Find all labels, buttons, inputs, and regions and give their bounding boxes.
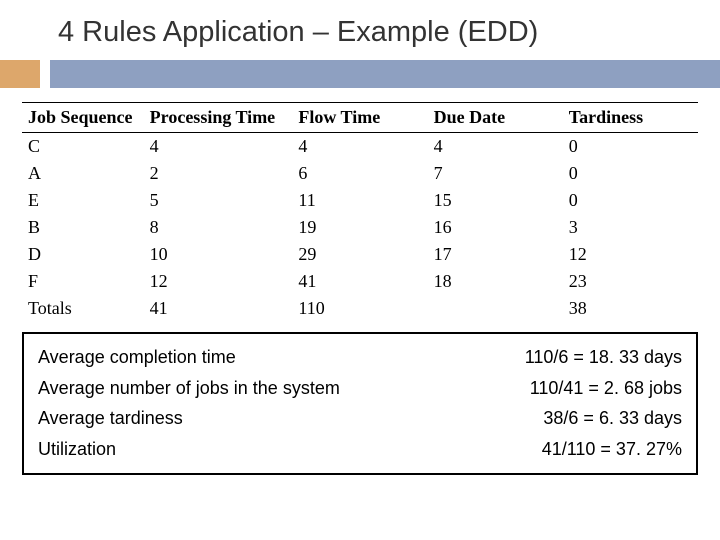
cell-proc: 2 <box>144 160 293 187</box>
col-due-date: Due Date <box>428 103 563 133</box>
summary-value: 110/6 = 18. 33 days <box>517 342 682 373</box>
title-area: 4 Rules Application – Example (EDD) <box>0 0 720 60</box>
cell-due: 15 <box>428 187 563 214</box>
cell-job: C <box>22 133 144 161</box>
table-header-row: Job Sequence Processing Time Flow Time D… <box>22 103 698 133</box>
summary-label: Average number of jobs in the system <box>38 373 522 404</box>
cell-flow: 29 <box>292 241 427 268</box>
cell-proc: 4 <box>144 133 293 161</box>
cell-proc: 5 <box>144 187 293 214</box>
cell-tardy: 3 <box>563 214 698 241</box>
summary-value: 110/41 = 2. 68 jobs <box>522 373 682 404</box>
cell-due: 16 <box>428 214 563 241</box>
cell-due: 4 <box>428 133 563 161</box>
summary-label: Average completion time <box>38 342 517 373</box>
cell-tardy: 23 <box>563 268 698 295</box>
cell-due: 17 <box>428 241 563 268</box>
totals-flow: 110 <box>292 295 427 322</box>
cell-tardy: 0 <box>563 133 698 161</box>
cell-due: 18 <box>428 268 563 295</box>
table-row: E 5 11 15 0 <box>22 187 698 214</box>
totals-row: Totals 41 110 38 <box>22 295 698 322</box>
totals-proc: 41 <box>144 295 293 322</box>
cell-flow: 6 <box>292 160 427 187</box>
schedule-table-wrap: Job Sequence Processing Time Flow Time D… <box>0 88 720 322</box>
cell-proc: 12 <box>144 268 293 295</box>
cell-tardy: 0 <box>563 187 698 214</box>
cell-proc: 10 <box>144 241 293 268</box>
summary-row: Average number of jobs in the system 110… <box>38 373 682 404</box>
cell-job: F <box>22 268 144 295</box>
summary-row: Average tardiness 38/6 = 6. 33 days <box>38 403 682 434</box>
cell-flow: 4 <box>292 133 427 161</box>
totals-due <box>428 295 563 322</box>
summary-row: Utilization 41/110 = 37. 27% <box>38 434 682 465</box>
summary-box: Average completion time 110/6 = 18. 33 d… <box>22 332 698 474</box>
col-processing-time: Processing Time <box>144 103 293 133</box>
cell-job: E <box>22 187 144 214</box>
cell-due: 7 <box>428 160 563 187</box>
cell-flow: 11 <box>292 187 427 214</box>
page-title: 4 Rules Application – Example (EDD) <box>58 14 720 50</box>
totals-tardy: 38 <box>563 295 698 322</box>
accent-block <box>0 60 40 88</box>
cell-job: B <box>22 214 144 241</box>
table-row: D 10 29 17 12 <box>22 241 698 268</box>
cell-flow: 19 <box>292 214 427 241</box>
summary-label: Utilization <box>38 434 534 465</box>
cell-proc: 8 <box>144 214 293 241</box>
col-flow-time: Flow Time <box>292 103 427 133</box>
totals-label: Totals <box>22 295 144 322</box>
cell-job: A <box>22 160 144 187</box>
cell-flow: 41 <box>292 268 427 295</box>
table-row: B 8 19 16 3 <box>22 214 698 241</box>
table-row: A 2 6 7 0 <box>22 160 698 187</box>
accent-bar <box>50 60 720 88</box>
schedule-table: Job Sequence Processing Time Flow Time D… <box>22 102 698 322</box>
cell-tardy: 0 <box>563 160 698 187</box>
summary-label: Average tardiness <box>38 403 535 434</box>
col-job-sequence: Job Sequence <box>22 103 144 133</box>
col-tardiness: Tardiness <box>563 103 698 133</box>
summary-value: 38/6 = 6. 33 days <box>535 403 682 434</box>
table-row: C 4 4 4 0 <box>22 133 698 161</box>
summary-row: Average completion time 110/6 = 18. 33 d… <box>38 342 682 373</box>
accent-row <box>0 60 720 88</box>
table-row: F 12 41 18 23 <box>22 268 698 295</box>
summary-value: 41/110 = 37. 27% <box>534 434 682 465</box>
cell-tardy: 12 <box>563 241 698 268</box>
cell-job: D <box>22 241 144 268</box>
